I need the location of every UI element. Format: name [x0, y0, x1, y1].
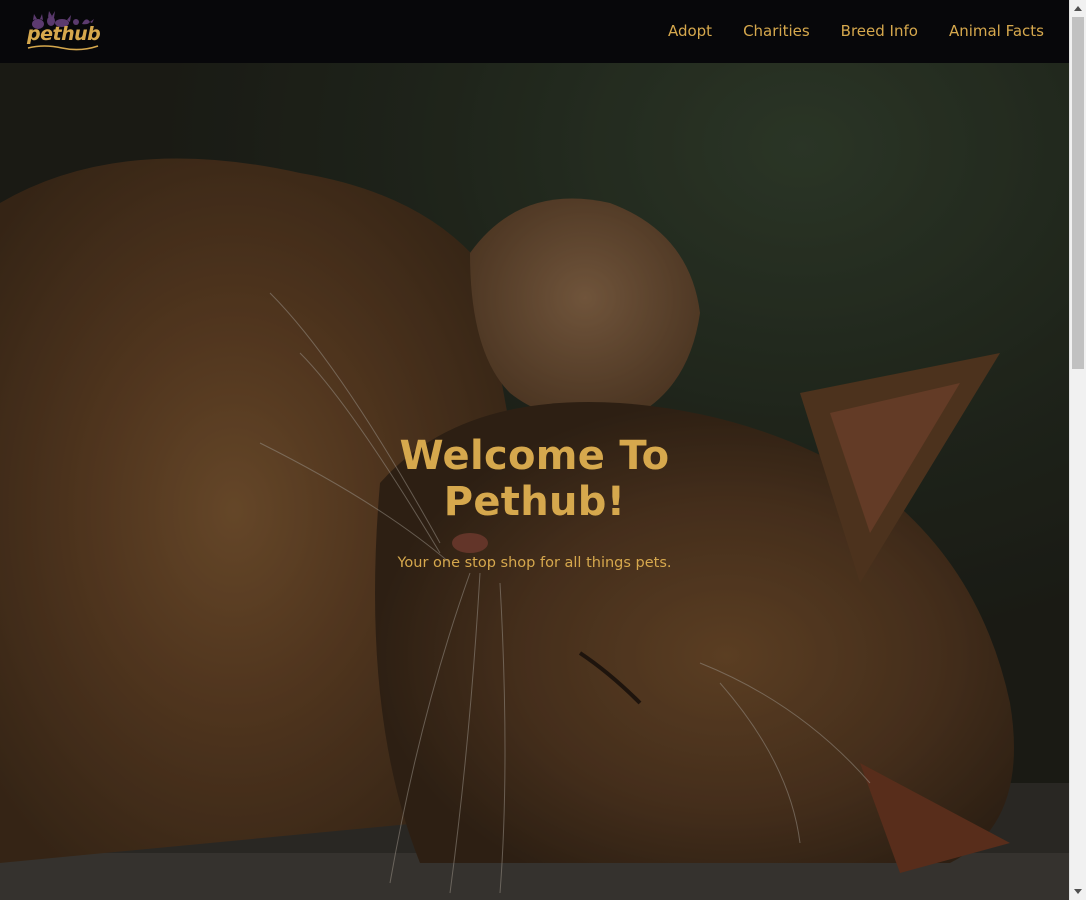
nav-menu: Adopt Charities Breed Info Animal Facts: [637, 21, 1044, 41]
hero-content: Welcome To Pethub! Your one stop shop fo…: [0, 433, 1069, 573]
nav-link-adopt[interactable]: Adopt: [668, 21, 712, 41]
logo-wordmark: pethub: [27, 23, 101, 45]
nav-link-charities[interactable]: Charities: [743, 21, 810, 41]
vertical-scrollbar[interactable]: [1069, 0, 1086, 900]
pethub-logo[interactable]: pethub: [24, 8, 102, 54]
scroll-down-arrow-icon[interactable]: [1074, 889, 1082, 894]
page-viewport: pethub Adopt Charities Breed Info Animal…: [0, 0, 1069, 900]
hero-section: Welcome To Pethub! Your one stop shop fo…: [0, 63, 1069, 900]
hero-title: Welcome To Pethub!: [399, 433, 670, 525]
nav-link-animal-facts[interactable]: Animal Facts: [949, 21, 1044, 41]
nav-link-breed-info[interactable]: Breed Info: [841, 21, 918, 41]
scroll-up-arrow-icon[interactable]: [1074, 6, 1082, 11]
hero-subtitle: Your one stop shop for all things pets.: [397, 555, 672, 571]
scrollbar-thumb[interactable]: [1072, 17, 1084, 369]
navbar: pethub Adopt Charities Breed Info Animal…: [0, 0, 1069, 63]
